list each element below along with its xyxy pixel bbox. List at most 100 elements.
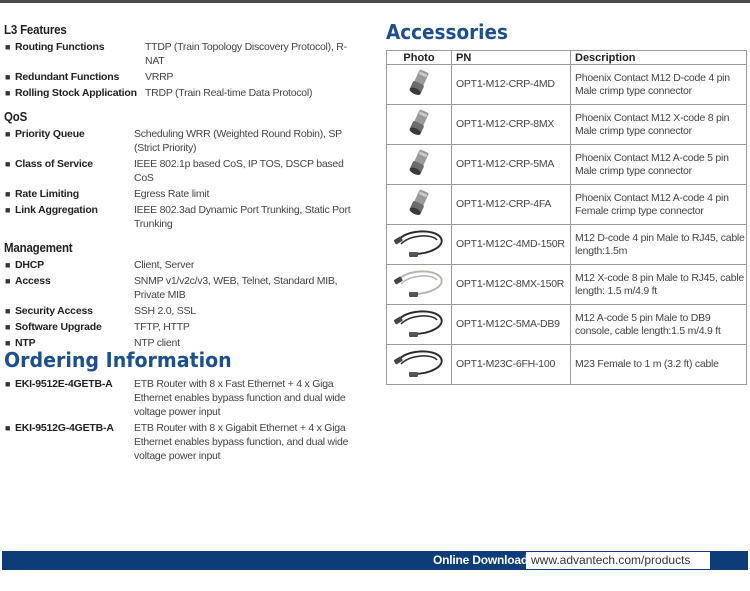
part-number: OPT1-M12-CRP-4FA bbox=[451, 184, 571, 225]
header-photo: Photo bbox=[386, 50, 452, 65]
header-pn: PN bbox=[451, 50, 571, 65]
spec-label: Software Upgrade bbox=[15, 321, 102, 333]
l3-features-section: L3 Features ■ Routing Functions TTDP (Trai… bbox=[4, 23, 364, 100]
spec-value: TRDP (Train Real-time Data Protocol) bbox=[145, 87, 313, 99]
spec-item: ■ Redundant Functions VRRP bbox=[4, 70, 364, 84]
spec-item: ■ Rolling Stock Application TRDP (Train Re… bbox=[4, 86, 364, 100]
management-section: Management ■ DHCP Client, Server ■ Access SN… bbox=[4, 241, 364, 350]
header-description: Description bbox=[570, 50, 747, 65]
spec-label: Access bbox=[15, 275, 51, 287]
spec-item: ■ Security Access SSH 2.0, SSL bbox=[4, 304, 364, 318]
bullet-icon: ■ bbox=[5, 189, 11, 199]
photo-cell bbox=[386, 224, 452, 265]
part-description: Phoenix Contact M12 A-code 5 pin Male cr… bbox=[570, 144, 747, 185]
ordering-section: Ordering Information ■ EKI-9512E-4GETB-A E… bbox=[4, 348, 364, 465]
top-rule bbox=[0, 0, 750, 3]
connector-icon bbox=[407, 108, 431, 142]
bullet-icon: ■ bbox=[5, 205, 11, 215]
spec-value: Egress Rate limit bbox=[134, 188, 210, 200]
bullet-icon: ■ bbox=[5, 322, 11, 332]
bullet-icon: ■ bbox=[5, 72, 11, 82]
spec-label: DHCP bbox=[15, 259, 44, 271]
spec-value: SSH 2.0, SSL bbox=[134, 305, 196, 317]
qos-title: QoS bbox=[4, 110, 28, 124]
photo-cell bbox=[386, 184, 452, 225]
part-description: M12 X-code 8 pin Male to RJ45, cable len… bbox=[570, 264, 747, 305]
spec-label: Redundant Functions bbox=[15, 71, 120, 83]
table-row: OPT1-M12C-5MA-DB9 M12 A-code 5 pin Male t… bbox=[386, 304, 747, 345]
part-number: OPT1-M12C-8MX-150R bbox=[451, 264, 571, 305]
part-number: OPT1-M12-CRP-5MA bbox=[451, 144, 571, 185]
spec-value: IEEE 802.3ad Dynamic Port Trunking, Stat… bbox=[134, 204, 351, 230]
spec-label: Priority Queue bbox=[15, 128, 85, 140]
photo-cell bbox=[386, 104, 452, 145]
download-url-link[interactable]: www.advantech.com/products bbox=[526, 552, 710, 569]
bullet-icon: ■ bbox=[5, 423, 11, 433]
spec-value: SNMP v1/v2c/v3, WEB, Telnet, Standard MI… bbox=[134, 275, 338, 301]
photo-cell bbox=[386, 264, 452, 305]
photo-cell bbox=[386, 144, 452, 185]
bullet-icon: ■ bbox=[5, 260, 11, 270]
spec-value: Scheduling WRR (Weighted Round Robin), S… bbox=[134, 128, 342, 154]
part-number: OPT1-M12C-5MA-DB9 bbox=[451, 304, 571, 345]
l3-features-title: L3 Features bbox=[4, 23, 67, 37]
cable-icon bbox=[391, 346, 447, 384]
ordering-list: ■ EKI-9512E-4GETB-A ETB Router with 8 x Fa… bbox=[4, 377, 364, 463]
photo-cell bbox=[386, 304, 452, 345]
spec-label: Rolling Stock Application bbox=[15, 87, 137, 99]
part-description: M12 D-code 4 pin Male to RJ45, cable len… bbox=[570, 224, 747, 265]
spec-item: ■ Access SNMP v1/v2c/v3, WEB, Telnet, Stan… bbox=[4, 274, 364, 302]
model-number: EKI-9512G-4GETB-A bbox=[15, 422, 114, 434]
part-description: Phoenix Contact M12 D-code 4 pin Male cr… bbox=[570, 64, 747, 105]
bullet-icon: ■ bbox=[5, 276, 11, 286]
part-number: OPT1-M12-CRP-4MD bbox=[451, 64, 571, 105]
accessories-table: Photo PN Description OPT1-M12-CRP-4MD Pho… bbox=[386, 50, 747, 385]
l3-features-list: ■ Routing Functions TTDP (Train Topology D… bbox=[4, 40, 364, 100]
management-title: Management bbox=[4, 241, 73, 255]
table-row: OPT1-M12-CRP-4MD Phoenix Contact M12 D-co… bbox=[386, 64, 747, 105]
online-download-label: Online Download bbox=[433, 553, 528, 567]
spec-label: Link Aggregation bbox=[15, 204, 98, 216]
spec-value: VRRP bbox=[145, 71, 174, 83]
spec-item: ■ DHCP Client, Server bbox=[4, 258, 364, 272]
spec-value: TFTP, HTTP bbox=[134, 321, 190, 333]
management-list: ■ DHCP Client, Server ■ Access SNMP v1/v2c/v… bbox=[4, 258, 364, 350]
bullet-icon: ■ bbox=[5, 159, 11, 169]
bullet-icon: ■ bbox=[5, 306, 11, 316]
cable-icon bbox=[391, 306, 447, 344]
bullet-icon: ■ bbox=[5, 42, 11, 52]
part-description: Phoenix Contact M12 A-code 4 pin Female … bbox=[570, 184, 747, 225]
bullet-icon: ■ bbox=[5, 88, 11, 98]
spec-value: TTDP (Train Topology Discovery Protocol)… bbox=[145, 41, 347, 67]
order-item: ■ EKI-9512E-4GETB-A ETB Router with 8 x Fa… bbox=[4, 377, 364, 419]
model-description: ETB Router with 8 x Fast Ethernet + 4 x … bbox=[134, 378, 346, 418]
bullet-icon: ■ bbox=[5, 129, 11, 139]
part-number: OPT1-M23C-6FH-100 bbox=[451, 344, 571, 385]
spec-label: Rate Limiting bbox=[15, 188, 79, 200]
spec-item: ■ Routing Functions TTDP (Train Topology D… bbox=[4, 40, 364, 68]
part-number: OPT1-M12C-4MD-150R bbox=[451, 224, 571, 265]
connector-icon bbox=[407, 68, 431, 102]
spec-label: Routing Functions bbox=[15, 41, 105, 53]
spec-item: ■ Rate Limiting Egress Rate limit bbox=[4, 187, 364, 201]
model-description: ETB Router with 8 x Gigabit Ethernet + 4… bbox=[134, 422, 349, 462]
model-number: EKI-9512E-4GETB-A bbox=[15, 378, 113, 390]
spec-value: IEEE 802.1p based CoS, IP TOS, DSCP base… bbox=[134, 158, 344, 184]
photo-cell bbox=[386, 344, 452, 385]
table-row: OPT1-M12C-8MX-150R M12 X-code 8 pin Male … bbox=[386, 264, 747, 305]
table-header-row: Photo PN Description bbox=[386, 50, 747, 65]
part-description: M23 Female to 1 m (3.2 ft) cable bbox=[570, 344, 747, 385]
table-row: OPT1-M12C-4MD-150R M12 D-code 4 pin Male … bbox=[386, 224, 747, 265]
cable-icon bbox=[391, 226, 447, 264]
spec-item: ■ Link Aggregation IEEE 802.3ad Dynamic Po… bbox=[4, 203, 364, 231]
ordering-title: Ordering Information bbox=[4, 348, 232, 372]
table-row: OPT1-M12-CRP-8MX Phoenix Contact M12 X-co… bbox=[386, 104, 747, 145]
spec-value: Client, Server bbox=[134, 259, 195, 271]
spec-label: Security Access bbox=[15, 305, 93, 317]
cable-icon bbox=[391, 266, 447, 304]
qos-section: QoS ■ Priority Queue Scheduling WRR (Weigh… bbox=[4, 110, 364, 231]
part-description: M12 A-code 5 pin Male to DB9 console, ca… bbox=[570, 304, 747, 345]
bullet-icon: ■ bbox=[5, 379, 11, 389]
spec-item: ■ Priority Queue Scheduling WRR (Weighted … bbox=[4, 127, 364, 155]
connector-icon bbox=[407, 188, 431, 222]
